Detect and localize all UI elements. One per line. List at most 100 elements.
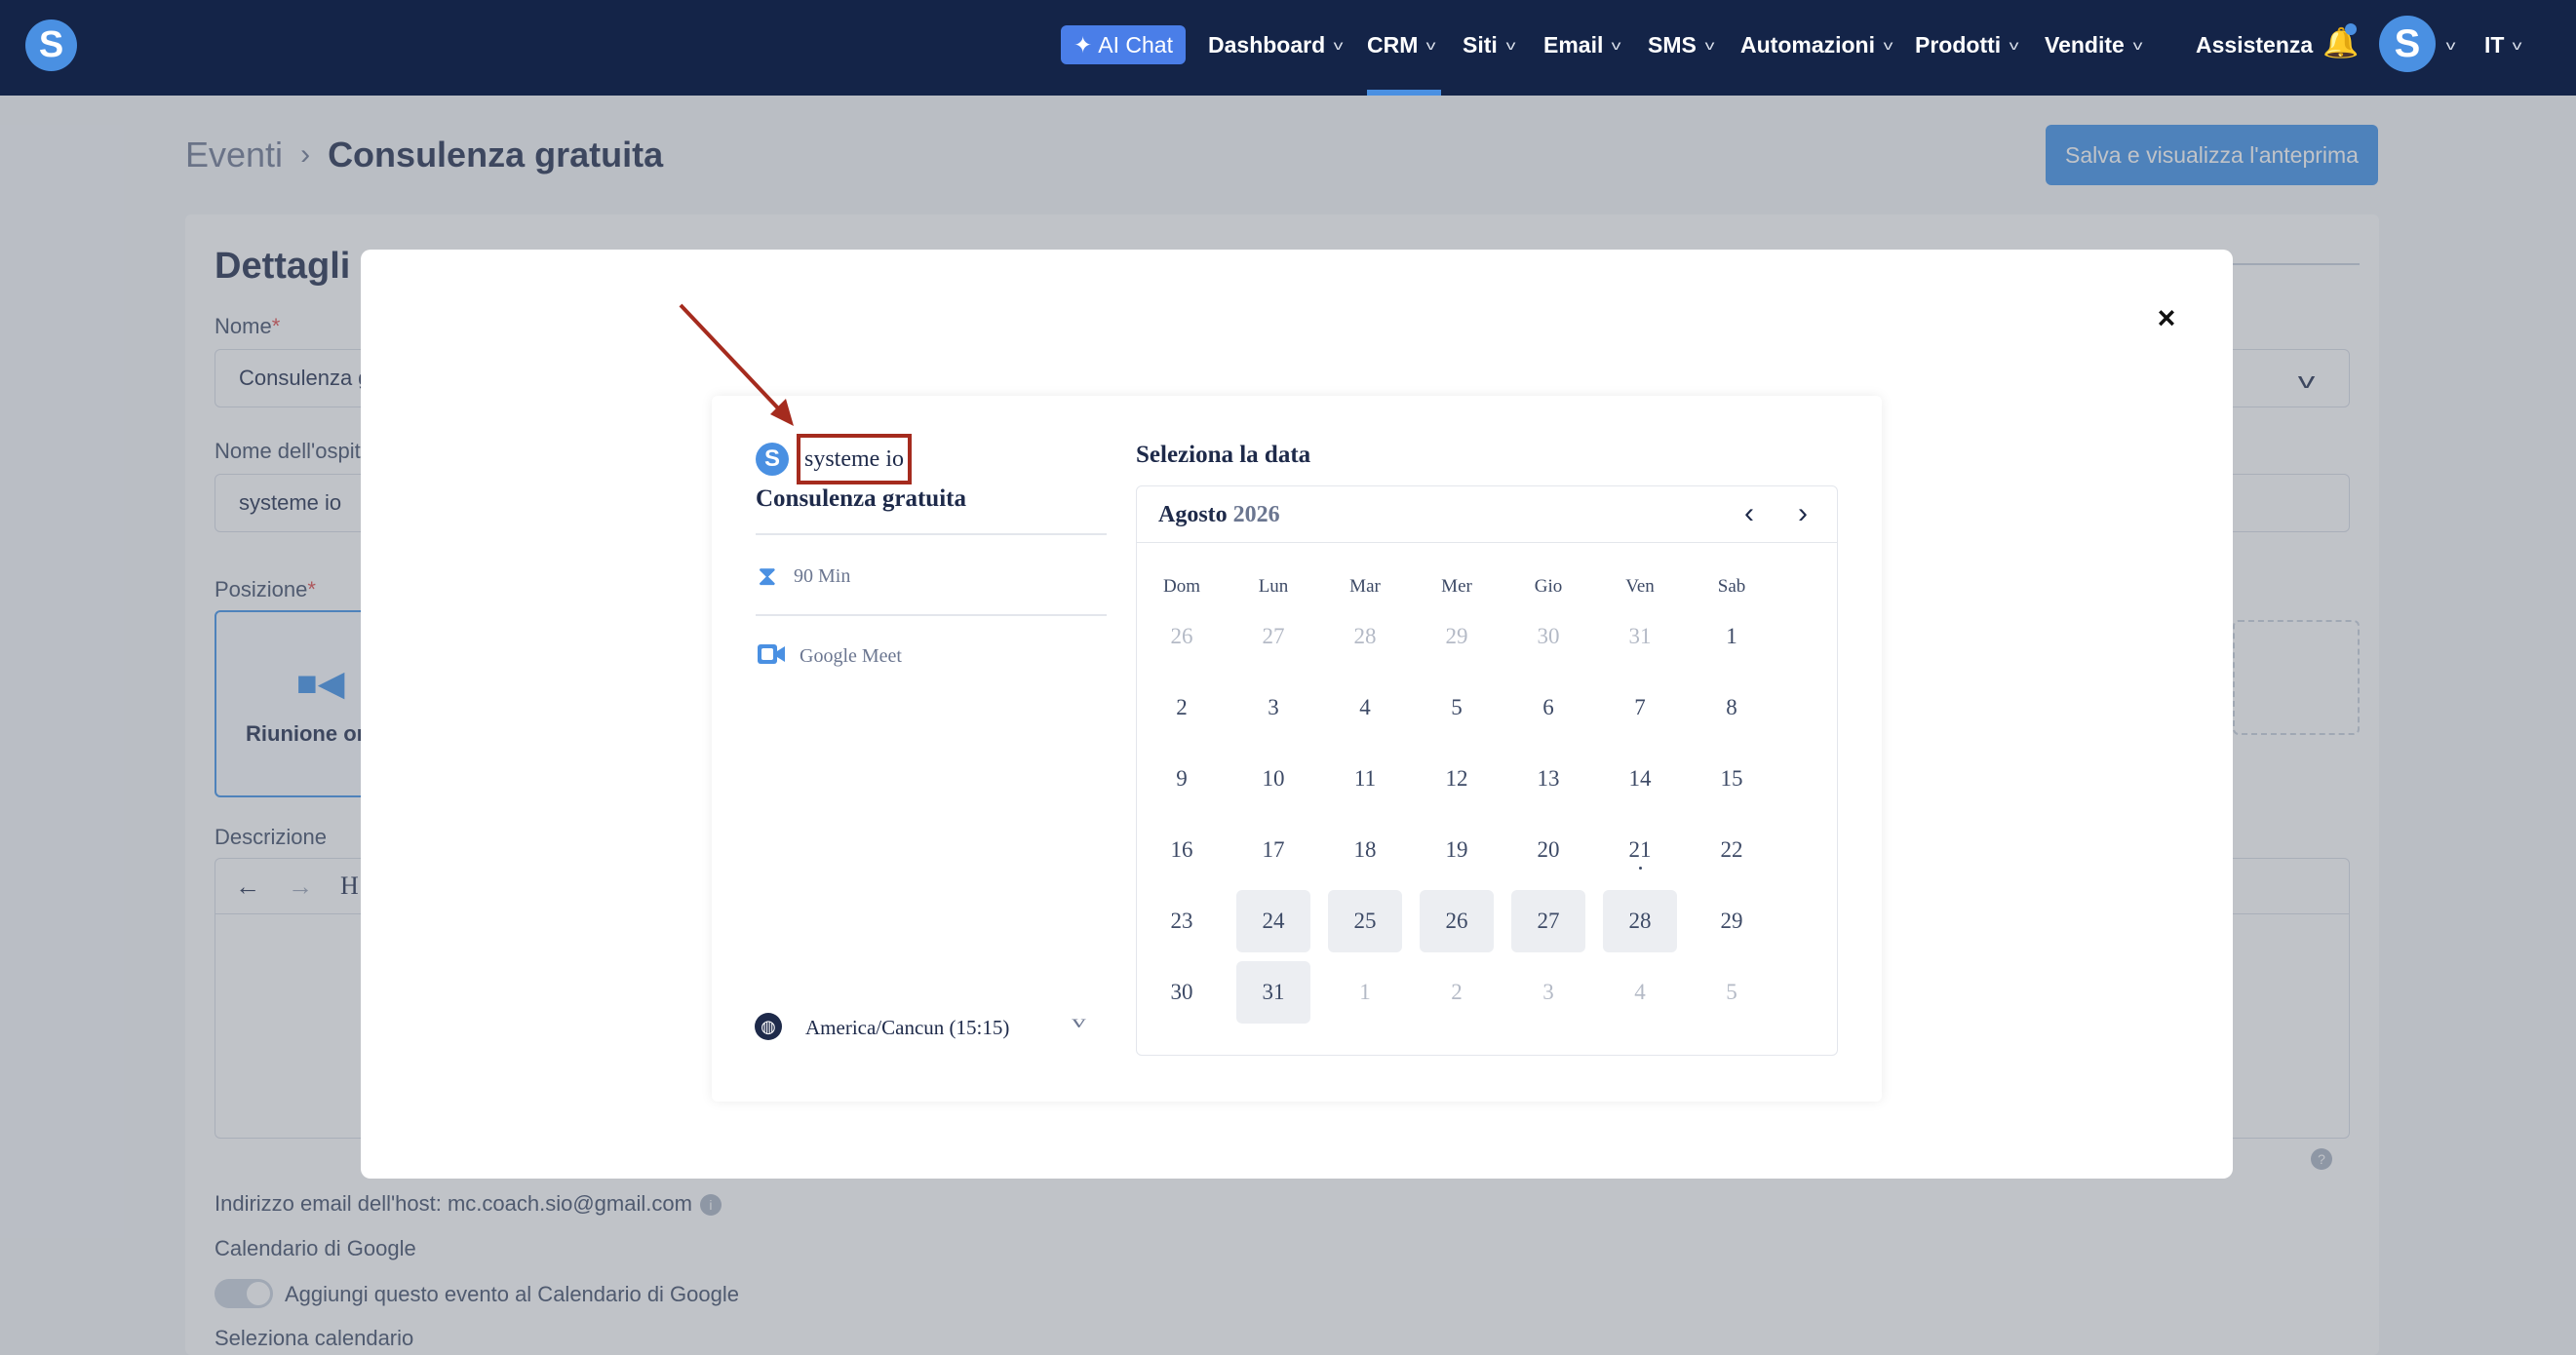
hourglass-icon: ⧗	[758, 561, 777, 592]
google-meet-icon	[758, 644, 785, 664]
annotation-arrow	[679, 303, 794, 426]
weekday-header: Ven	[1625, 576, 1655, 597]
nav-label: CRM	[1367, 31, 1419, 58]
nav-assistenza[interactable]: Assistenza	[2196, 25, 2313, 64]
chevron-down-icon: v	[2009, 37, 2019, 53]
chevron-down-icon: v	[1883, 37, 1893, 53]
host-name: systeme io	[797, 434, 912, 484]
calendar-day: 3	[1542, 980, 1554, 1004]
calendar-day: 7	[1634, 695, 1646, 719]
weekday-header: Sab	[1717, 576, 1746, 597]
calendar-day: 22	[1720, 837, 1743, 862]
sparkle-icon: ✦	[1073, 31, 1093, 58]
nav-label: Siti	[1463, 31, 1498, 58]
chevron-down-icon: v	[1333, 37, 1344, 53]
ai-chat-button[interactable]: ✦ AI Chat	[1061, 25, 1186, 64]
nav-label: Dashboard	[1208, 31, 1326, 58]
calendar-day: 26	[1170, 624, 1193, 648]
chevron-left-icon[interactable]: ‹	[1734, 497, 1765, 529]
calendar-header: Agosto 2026 ‹ ›	[1137, 486, 1837, 543]
calendar-day: 1	[1359, 980, 1371, 1004]
calendar-day: 2	[1176, 695, 1188, 719]
preview-modal: × S systeme io Consulenza gratuita ⧗ 90 …	[361, 250, 2233, 1179]
chevron-down-icon[interactable]: v	[1072, 1012, 1085, 1032]
chevron-down-icon: v	[1611, 37, 1621, 53]
language-label: IT	[2484, 31, 2505, 58]
calendar-day[interactable]: 26	[1420, 890, 1494, 952]
language-selector[interactable]: IT v	[2484, 25, 2522, 64]
calendar-day: 29	[1445, 624, 1468, 648]
nav-label: Automazioni	[1740, 31, 1875, 58]
nav-vendite[interactable]: Vendite v	[2045, 25, 2143, 64]
systeme-logo[interactable]: S	[25, 19, 77, 71]
weekday-header: Mer	[1441, 576, 1472, 597]
chevron-down-icon: v	[1425, 37, 1436, 53]
calendar-day[interactable]: 25	[1328, 890, 1402, 952]
calendar-day: 5	[1451, 695, 1463, 719]
calendar-day: 2	[1451, 980, 1463, 1004]
top-nav: S ✦ AI Chat Dashboard v CRM v Siti v Email v…	[0, 0, 2576, 96]
weekday-header: Mar	[1349, 576, 1381, 597]
nav-siti[interactable]: Siti v	[1463, 25, 1516, 64]
chevron-down-icon: v	[2513, 37, 2522, 53]
calendar-day: 3	[1268, 695, 1279, 719]
year-label: 2026	[1232, 502, 1280, 527]
select-date-title: Seleziona la data	[1136, 442, 1311, 468]
calendar-day: 31	[1628, 624, 1652, 648]
nav-label: SMS	[1648, 31, 1697, 58]
calendar-day: 15	[1720, 766, 1743, 791]
divider	[756, 533, 1107, 535]
calendar-day: 6	[1542, 695, 1554, 719]
calendar-day: 16	[1170, 837, 1193, 862]
calendar-day: 17	[1262, 837, 1285, 862]
event-duration: 90 Min	[794, 565, 851, 587]
calendar-day: 18	[1353, 837, 1377, 862]
month-name: Agosto	[1158, 502, 1228, 527]
nav-label: Prodotti	[1915, 31, 2002, 58]
calendar-day: 21	[1603, 819, 1677, 881]
calendar-day: 19	[1445, 837, 1468, 862]
calendar-day: 30	[1170, 980, 1193, 1004]
calendar-day[interactable]: 24	[1236, 890, 1310, 952]
weekday-header: Lun	[1258, 576, 1289, 597]
divider	[756, 614, 1107, 616]
calendar-day: 4	[1359, 695, 1371, 719]
event-name: Consulenza gratuita	[756, 485, 966, 512]
calendar-day: 13	[1537, 766, 1560, 791]
booking-widget: S systeme io Consulenza gratuita ⧗ 90 Mi…	[712, 396, 1882, 1102]
calendar-day: 4	[1634, 980, 1646, 1004]
notification-dot	[2345, 23, 2357, 35]
calendar-day[interactable]: 27	[1511, 890, 1585, 952]
calendar: Agosto 2026 ‹ › Dom Lun Mar Mer Gio Ven Sab 26 27…	[1136, 485, 1838, 1056]
close-icon[interactable]: ×	[2147, 298, 2186, 337]
timezone-selector[interactable]: America/Cancun (15:15)	[805, 1016, 1009, 1040]
weekday-header: Gio	[1534, 576, 1563, 597]
nav-sms[interactable]: SMS v	[1648, 25, 1715, 64]
chevron-down-icon: v	[1505, 37, 1516, 53]
calendar-day: 28	[1353, 624, 1377, 648]
nav-prodotti[interactable]: Prodotti v	[1915, 25, 2019, 64]
calendar-day: 11	[1353, 766, 1377, 791]
nav-crm[interactable]: CRM v	[1367, 25, 1436, 64]
nav-dashboard[interactable]: Dashboard v	[1208, 25, 1344, 64]
avatar-menu-chevron[interactable]: v	[2446, 25, 2456, 64]
nav-label: Email	[1543, 31, 1604, 58]
avatar[interactable]: S	[2379, 16, 2436, 72]
chevron-right-icon[interactable]: ›	[1787, 497, 1818, 529]
nav-email[interactable]: Email v	[1543, 25, 1621, 64]
weekday-header: Dom	[1163, 576, 1200, 597]
calendar-day: 12	[1445, 766, 1468, 791]
calendar-day[interactable]: 31	[1236, 961, 1310, 1024]
nav-automazioni[interactable]: Automazioni v	[1740, 25, 1893, 64]
calendar-day[interactable]: 28	[1603, 890, 1677, 952]
calendar-day: 5	[1726, 980, 1737, 1004]
chevron-down-icon: v	[1704, 37, 1715, 53]
nav-label: Vendite	[2045, 31, 2125, 58]
chevron-down-icon: v	[2132, 37, 2143, 53]
calendar-day: 29	[1720, 909, 1743, 933]
calendar-day: 23	[1170, 909, 1193, 933]
calendar-day: 20	[1537, 837, 1560, 862]
globe-icon: ◍	[755, 1013, 782, 1040]
ai-chat-label: AI Chat	[1098, 31, 1173, 58]
event-location: Google Meet	[800, 645, 902, 667]
